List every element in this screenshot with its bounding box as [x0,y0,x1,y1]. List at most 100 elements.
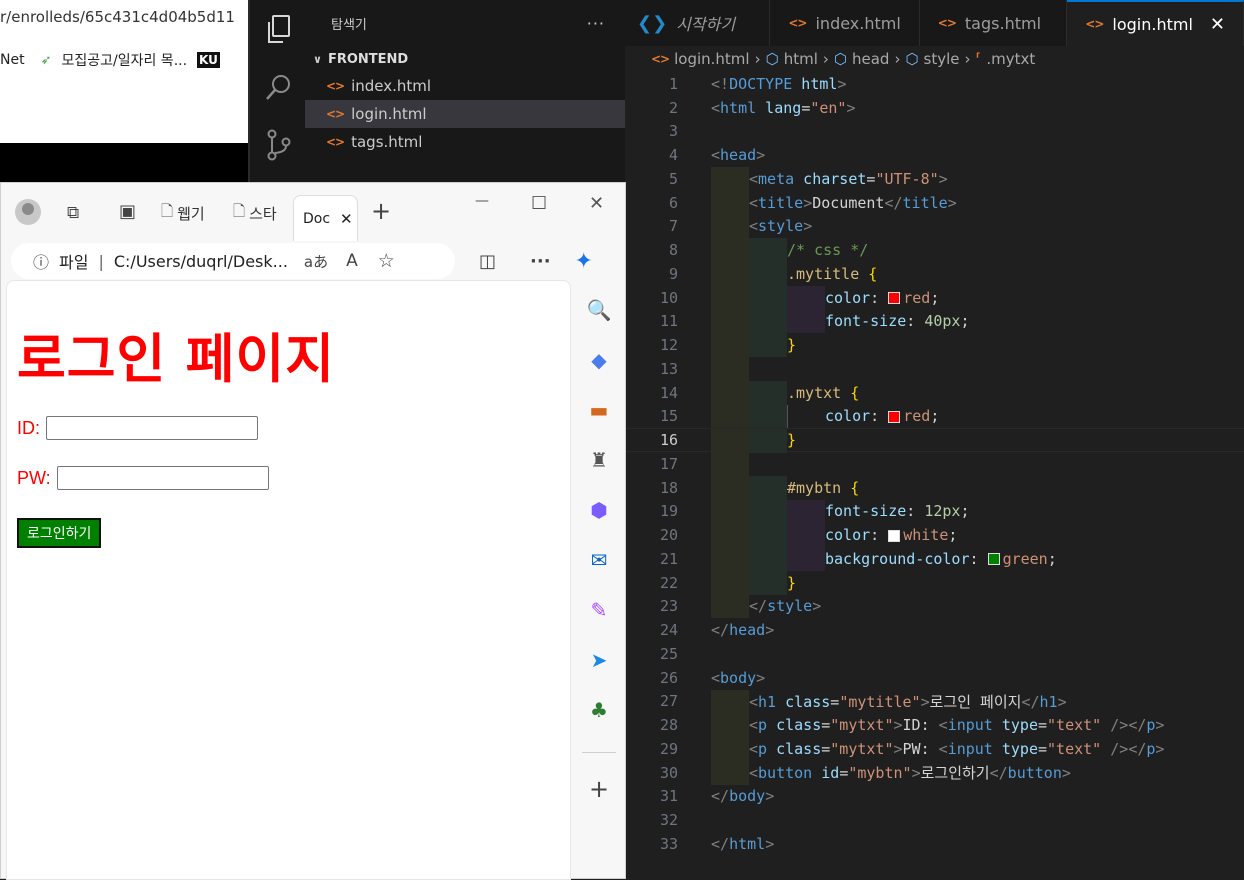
code-line: 24 </head> [659,621,775,640]
code-line: 33 </html> [659,834,775,853]
games-icon[interactable]: ♜ [587,446,611,474]
favorite-star-icon[interactable]: ☆ [378,250,395,272]
tab-label: Doc [303,210,331,227]
color-swatch-white[interactable] [888,529,901,542]
folder-frontend[interactable]: ∨ FRONTEND [305,46,625,72]
color-swatch-green[interactable] [987,553,1000,566]
shopping-tag-icon[interactable]: ◆ [587,346,611,374]
address-bar[interactable]: ⓘ 파일 | C:/Users/duqrl/Desk... aあ A ☆ [11,243,455,279]
code-line: 25 [659,644,678,663]
explorer-files-icon[interactable] [250,0,307,58]
tab-actions-icon[interactable]: ▣ [119,201,136,222]
color-swatch-red[interactable] [888,410,901,423]
maximize-button[interactable]: ☐ [531,193,547,214]
outlook-icon[interactable]: ✉ [587,546,611,574]
code-line-current: 16} [625,428,1244,453]
explorer-more-button[interactable]: ··· [587,14,605,33]
search-icon[interactable]: 🔍 [587,296,612,324]
code-line: 31 </body> [659,787,775,806]
designer-icon[interactable]: ✎ [587,596,611,624]
tab-label: 시작하기 [676,15,736,34]
element-cube-icon: ⬡ [765,50,779,68]
page-icon: 🗋 [161,202,174,220]
tab-login[interactable]: <> login.html ✕ [1067,0,1244,46]
new-tab-button[interactable]: + [371,197,391,225]
copilot-icon[interactable]: ✦ [575,249,593,274]
id-input[interactable] [46,416,259,440]
background-url-text: r/enrolleds/65c431c4d04b5d11 [0,8,235,26]
close-tab-icon[interactable]: ✕ [1210,14,1225,35]
minimize-button[interactable]: — [475,193,489,209]
id-row: ID: [17,416,259,440]
code-line: 8/* css */ [625,238,1244,262]
code-line: 5 <meta charset="UTF-8"> [625,167,1244,191]
pw-input[interactable] [56,466,269,490]
source-control-icon[interactable] [250,116,307,174]
search-icon[interactable] [250,58,307,116]
file-tags-html[interactable]: <> tags.html [305,128,625,156]
file-label: login.html [351,105,427,123]
code-line: 1 <!DOCTYPE html> [668,74,847,93]
tab-2[interactable]: 🗋 스타 [233,201,277,226]
breadcrumb-head[interactable]: head [852,50,889,68]
breadcrumb-file[interactable]: login.html [674,50,749,68]
address-separator: | [98,251,104,271]
send-icon[interactable]: ➤ [587,646,611,674]
file-label: index.html [351,77,432,95]
explorer-header: 탐색기 ··· [305,0,625,46]
tree-icon[interactable]: ♣ [587,696,611,724]
tab-1[interactable]: 🗋 웹기 [161,201,205,226]
code-line: 27 <h1 class="mytitle">로그인 페이지</h1> [625,689,1244,714]
fav-jobs[interactable]: 모집공고/일자리 목... [61,50,187,70]
fav-ku[interactable]: KU [197,52,220,68]
close-window-button[interactable]: ✕ [589,193,604,214]
close-tab-icon[interactable]: ✕ [340,210,353,228]
code-editor: ❮❯ 시작하기 <> index.html <> tags.html <> lo… [625,0,1244,879]
tab-index[interactable]: <> index.html [770,0,920,46]
code-line: 23 </style> [625,594,1244,619]
profile-avatar-icon[interactable] [15,199,41,225]
fav-net[interactable]: Net [0,52,25,68]
file-label: tags.html [351,133,423,151]
code-line: 15 color: red; [625,404,1244,429]
tab-label: login.html [1112,14,1193,34]
tab-welcome[interactable]: ❮❯ 시작하기 [625,0,771,46]
file-login-html[interactable]: <> login.html [305,100,625,128]
split-screen-icon[interactable]: ◫ [479,251,496,272]
favorites-bar: Net ➶ 모집공고/일자리 목... KU [0,40,248,80]
code-line: 6 <title>Document</title> [625,190,1244,215]
tab-label: tags.html [964,13,1042,33]
add-icon[interactable]: + [587,775,611,803]
css-rule-icon: ⸢ [975,50,982,68]
breadcrumb-style[interactable]: style [924,50,960,68]
login-button[interactable]: 로그인하기 [17,518,102,548]
code-line: 20 color: white; [625,523,1244,547]
pw-label: PW: [17,467,51,488]
element-cube-icon: ⬡ [833,50,847,68]
chevron-right-icon: › [754,50,761,68]
id-label: ID: [17,417,41,438]
microsoft-365-icon[interactable]: ⬢ [587,496,611,524]
tab-tags[interactable]: <> tags.html [920,0,1068,46]
tab-active[interactable]: Doc ✕ [293,195,358,241]
read-aloud-icon[interactable]: A [346,251,358,271]
tools-icon[interactable]: ▬ [587,396,611,424]
html-file-icon: <> [326,135,345,149]
code-line: 22} [625,570,1244,595]
background-browser-window: r/enrolleds/65c431c4d04b5d11 Net ➶ 모집공고/… [0,0,248,145]
workspaces-icon[interactable]: ⧉ [67,203,79,223]
code-line: 7 <style> [625,214,1244,239]
code-line: 3 [668,122,678,141]
more-menu-icon[interactable]: ··· [530,251,551,272]
file-index-html[interactable]: <> index.html [305,72,625,100]
folder-label: FRONTEND [327,51,409,67]
breadcrumb-mytxt[interactable]: .mytxt [986,50,1035,68]
code-line: 17 [625,452,1244,476]
code-lines[interactable]: 1 <!DOCTYPE html> 2 <html lang="en"> 3 4 <h… [625,72,1244,856]
color-swatch-red[interactable] [888,292,901,305]
immersive-reader-icon[interactable]: aあ [304,251,328,272]
address-text[interactable]: C:/Users/duqrl/Desk... [114,252,288,271]
breadcrumb-html[interactable]: html [784,50,818,68]
vscode-logo-icon: ❮❯ [637,12,668,34]
info-icon[interactable]: ⓘ [33,249,49,273]
